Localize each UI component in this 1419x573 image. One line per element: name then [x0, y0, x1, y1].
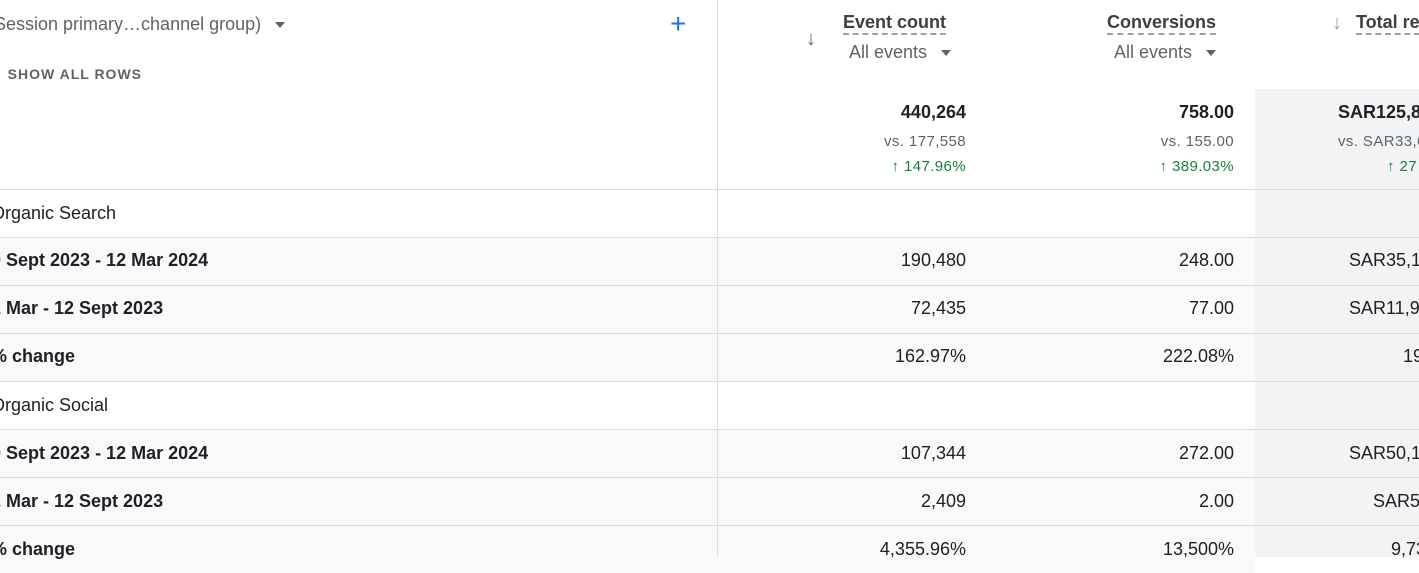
- group-label[interactable]: Organic Social: [0, 395, 108, 416]
- total-event-count-vs: vs. 177,558: [884, 133, 966, 150]
- cell-event-count: 72,435: [910, 298, 966, 318]
- row-divider: [0, 189, 1419, 190]
- total-event-count: 440,264: [900, 102, 966, 122]
- cell-total-revenue: 19: [1403, 346, 1419, 366]
- cell-total-revenue: SAR11,9: [1349, 298, 1419, 318]
- dropdown-caret-icon: [275, 22, 286, 29]
- show-all-rows-button[interactable]: :SHOW ALL ROWS: [0, 66, 142, 82]
- row-label: 0 Sept 2023 - 12 Mar 2024: [0, 443, 209, 463]
- conversions-selector[interactable]: All events: [1114, 42, 1216, 63]
- dimension-label: Session primary…channel group): [0, 14, 262, 34]
- cell-conversions: 2.00: [1198, 491, 1234, 511]
- sort-descending-icon[interactable]: ↓: [806, 28, 816, 51]
- cell-event-count: 2,409: [920, 491, 966, 511]
- add-dimension-button[interactable]: +: [670, 10, 686, 38]
- row-divider: [0, 477, 1419, 478]
- row-divider: [0, 333, 1419, 334]
- total-revenue-vs: vs. SAR33,6: [1338, 133, 1419, 150]
- row-bg: [0, 334, 1255, 381]
- row-label: % change: [0, 346, 76, 366]
- cell-event-count: 190,480: [900, 250, 966, 270]
- cell-conversions: 272.00: [1178, 443, 1234, 463]
- arrow-up-icon: ↑: [1387, 158, 1400, 175]
- cell-event-count: 162.97%: [894, 346, 966, 366]
- row-label: 2 Mar - 12 Sept 2023: [0, 298, 164, 318]
- cell-total-revenue: SAR5: [1373, 491, 1419, 511]
- row-bg: [0, 478, 1255, 525]
- dropdown-caret-icon: [941, 50, 951, 57]
- total-conversions-change: ↑ 389.03%: [1159, 158, 1234, 175]
- row-bg: [0, 286, 1255, 333]
- row-divider: [0, 429, 1419, 430]
- group-label[interactable]: Organic Search: [0, 203, 116, 224]
- row-bg: [0, 526, 1255, 573]
- row-label: 2 Mar - 12 Sept 2023: [0, 491, 164, 511]
- row-divider: [0, 237, 1419, 238]
- total-revenue: SAR125,8: [1338, 102, 1419, 122]
- cell-total-revenue: SAR50,1: [1349, 443, 1419, 463]
- row-divider: [0, 285, 1419, 286]
- arrow-up-icon: ↑: [891, 158, 904, 175]
- cell-conversions: 222.08%: [1162, 346, 1234, 366]
- total-conversions-vs: vs. 155.00: [1160, 133, 1234, 150]
- row-label: 0 Sept 2023 - 12 Mar 2024: [0, 250, 209, 270]
- column-header-conversions[interactable]: Conversions: [1106, 12, 1216, 35]
- dropdown-caret-icon: [1206, 50, 1216, 57]
- arrow-up-icon: ↑: [1159, 158, 1172, 175]
- cell-event-count: 107,344: [900, 443, 966, 463]
- row-divider: [0, 525, 1419, 526]
- row-divider: [0, 381, 1419, 382]
- total-revenue-change: ↑ 27: [1387, 158, 1417, 175]
- total-event-count-change: ↑ 147.96%: [891, 158, 966, 175]
- dimension-selector[interactable]: Session primary…channel group): [0, 14, 286, 35]
- column-divider: [717, 0, 718, 557]
- cell-conversions: 248.00: [1178, 250, 1234, 270]
- total-conversions: 758.00: [1178, 102, 1234, 122]
- cell-conversions: 77.00: [1188, 298, 1234, 318]
- cell-total-revenue: SAR35,1: [1349, 250, 1419, 270]
- event-count-selector[interactable]: All events: [849, 42, 951, 63]
- sort-icon[interactable]: ↓: [1332, 12, 1342, 35]
- column-header-total-revenue[interactable]: Total re: [1356, 12, 1419, 35]
- column-header-event-count[interactable]: Event count: [842, 12, 946, 35]
